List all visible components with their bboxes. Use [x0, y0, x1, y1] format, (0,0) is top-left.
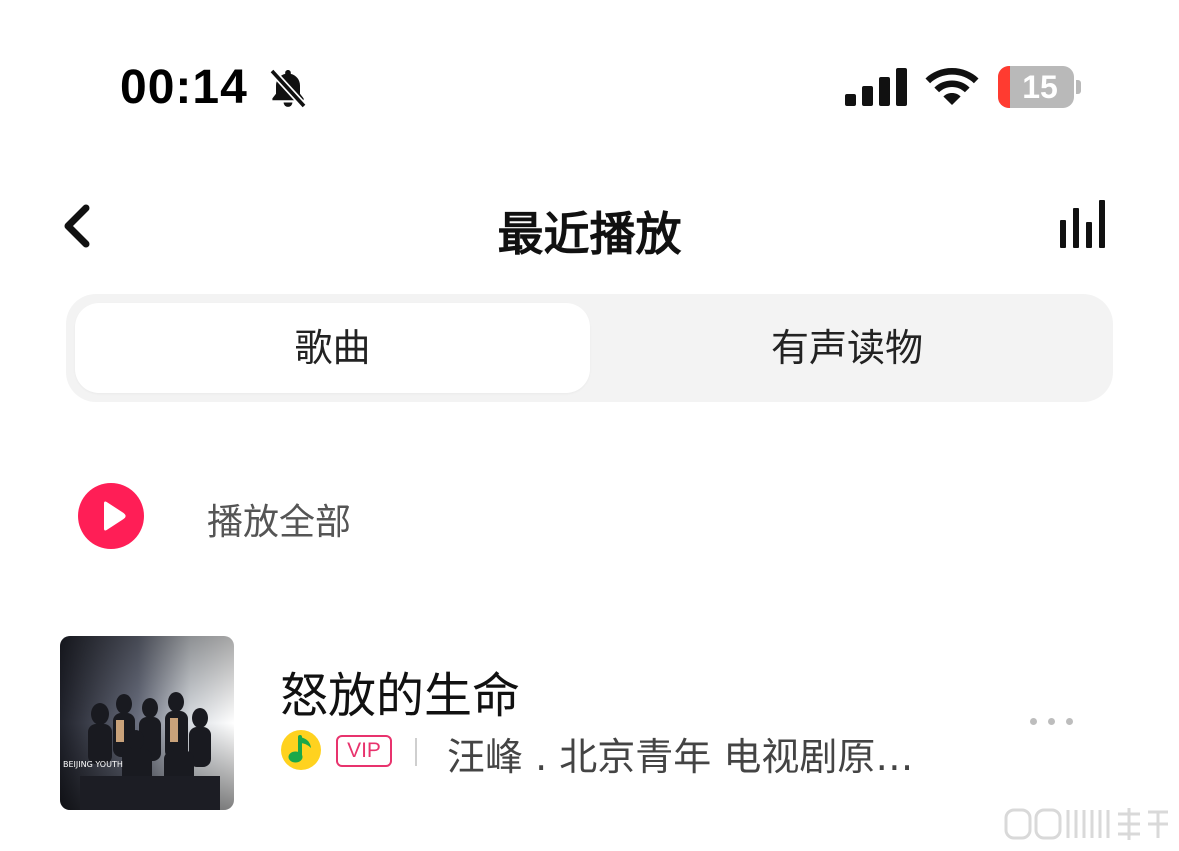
qq-music-icon [281, 730, 321, 770]
status-time: 00:14 [120, 61, 248, 114]
meta-divider [415, 738, 417, 766]
bell-slash-icon [269, 68, 307, 109]
battery-low-indicator [998, 66, 1010, 108]
more-options-icon[interactable] [1030, 718, 1078, 728]
play-icon [104, 501, 126, 531]
song-title[interactable]: 怒放的生命 [280, 656, 520, 726]
cellular-signal-icon [845, 68, 907, 106]
album-art-image: BEIJING YOUTH [60, 636, 234, 810]
play-all-label[interactable]: 播放全部 [207, 493, 351, 545]
battery-icon: 15 [998, 66, 1082, 110]
tab-songs[interactable]: 歌曲 [75, 303, 590, 393]
battery-level: 15 [1022, 69, 1058, 105]
album-cover[interactable]: BEIJING YOUTH [60, 636, 234, 810]
play-all-button[interactable] [78, 483, 144, 549]
tab-audiobooks[interactable]: 有声读物 [590, 303, 1104, 393]
watermark-logo [1004, 808, 1168, 840]
song-artist-album: 汪峰 . 北京青年 电视剧原… [447, 735, 914, 779]
wifi-icon [925, 68, 979, 105]
battery-tip [1076, 80, 1081, 94]
segmented-tabs: 歌曲 有声读物 [66, 294, 1113, 402]
page-title: 最近播放 [497, 207, 682, 261]
vip-badge: VIP [336, 735, 392, 767]
cover-text: BEIJING YOUTH [63, 760, 123, 769]
equalizer-icon[interactable] [1058, 198, 1114, 250]
